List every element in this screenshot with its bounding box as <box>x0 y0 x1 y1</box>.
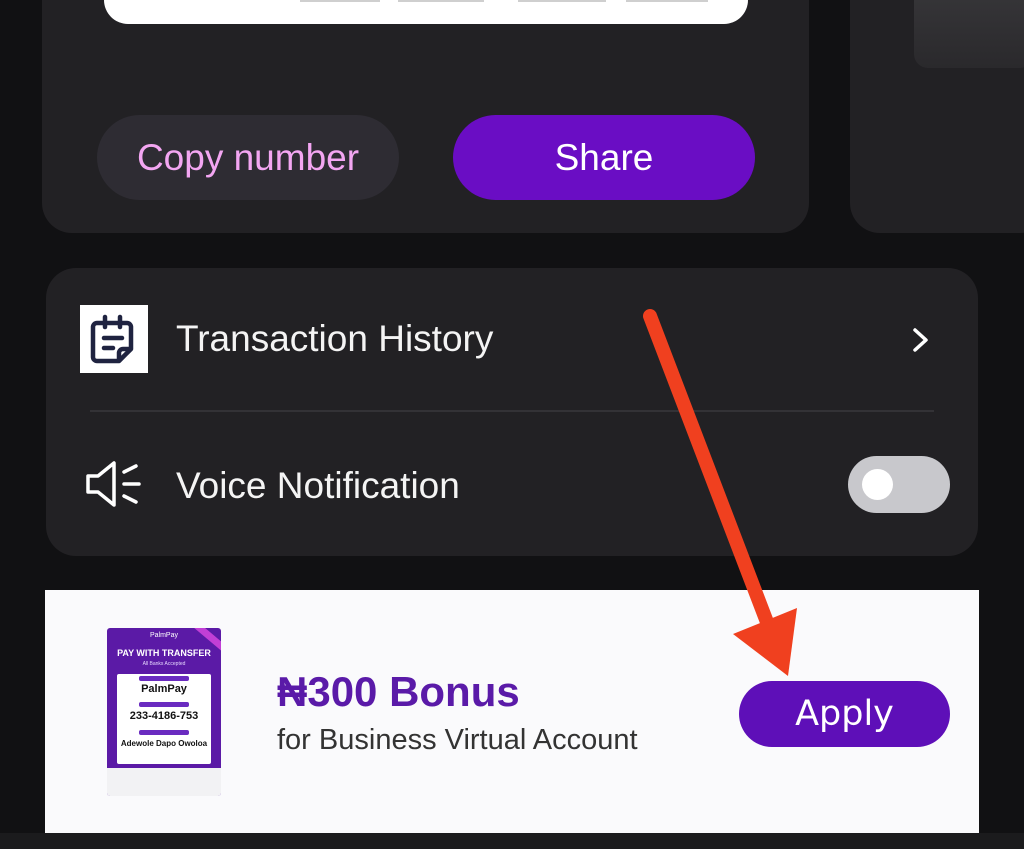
poster-title: PAY WITH TRANSFER <box>117 648 211 658</box>
poster-brand: PalmPay <box>149 632 178 639</box>
poster-account-name: Adewole Dapo Owoloa <box>120 739 208 748</box>
speaker-icon <box>86 461 141 507</box>
poster-footer <box>107 768 221 796</box>
transaction-history-label: Transaction History <box>176 318 494 359</box>
pay-with-transfer-poster: PalmPay PAY WITH TRANSFER All Banks Acce… <box>107 628 221 796</box>
bottom-bar <box>0 833 1024 849</box>
poster-tag <box>139 676 189 681</box>
poster-bank: PalmPay <box>141 683 187 695</box>
panel-line <box>626 0 708 2</box>
poster-subtitle: All Banks Accepted <box>142 661 186 667</box>
voice-notification-toggle[interactable] <box>848 456 950 513</box>
promo-title: ₦300 Bonus <box>277 668 520 715</box>
promo-banner[interactable]: PalmPay PAY WITH TRANSFER All Banks Acce… <box>45 590 979 833</box>
transaction-history-row[interactable]: Transaction History <box>46 268 978 408</box>
panel-line <box>518 0 606 2</box>
share-button[interactable]: Share <box>453 115 755 200</box>
divider <box>90 410 934 412</box>
chevron-right-icon <box>913 328 928 352</box>
voice-notification-label: Voice Notification <box>176 465 460 506</box>
toggle-knob <box>862 469 893 500</box>
apply-button[interactable]: Apply <box>739 681 950 747</box>
account-number-panel <box>104 0 748 24</box>
copy-number-button[interactable]: Copy number <box>97 115 399 200</box>
promo-subtitle: for Business Virtual Account <box>277 724 638 756</box>
panel-line <box>300 0 380 2</box>
settings-card: Transaction History Voice Notification <box>46 268 978 556</box>
receipt-icon <box>80 305 148 373</box>
poster-tag <box>139 702 189 707</box>
voice-notification-row: Voice Notification <box>46 414 978 554</box>
poster-tag <box>139 730 189 735</box>
side-card <box>850 0 1024 233</box>
panel-line <box>398 0 484 2</box>
side-card-panel <box>914 0 1024 68</box>
poster-account-number: 233-4186-753 <box>129 710 199 722</box>
